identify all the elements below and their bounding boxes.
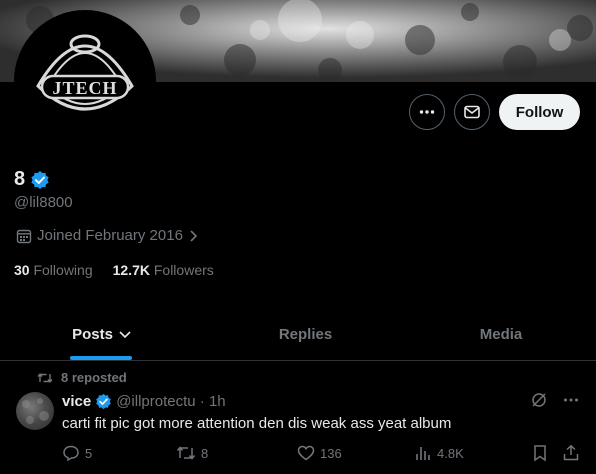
profile-handle: @lil8800: [14, 194, 73, 211]
like-count: 136: [320, 445, 342, 461]
post-author-avatar[interactable]: [16, 392, 54, 430]
profile-actions: Follow: [409, 94, 580, 130]
following-count: 30: [14, 262, 30, 278]
bookmark-button[interactable]: [531, 444, 549, 462]
repost-count: 8: [201, 445, 209, 461]
post-author-name[interactable]: vice: [62, 393, 91, 410]
profile-name-row: 8: [14, 168, 50, 191]
repost-label: 8 reposted: [61, 370, 127, 385]
mail-icon: [464, 105, 480, 119]
reply-icon: [63, 445, 79, 462]
tab-posts[interactable]: Posts: [0, 308, 205, 360]
verified-badge-icon[interactable]: [95, 393, 112, 410]
tab-media-label: Media: [479, 325, 523, 343]
tab-media[interactable]: Media: [406, 308, 596, 360]
reply-button[interactable]: 5: [62, 444, 92, 462]
tab-replies[interactable]: Replies: [205, 308, 406, 360]
verified-badge-icon[interactable]: [30, 170, 50, 190]
jtech-logo-icon: JTECH: [18, 14, 152, 148]
heart-icon: [297, 445, 315, 461]
tab-posts-label: Posts: [72, 325, 113, 343]
display-name: 8: [14, 168, 26, 190]
post-header: vice @illprotectu · 1h: [62, 393, 226, 410]
views-icon: [416, 447, 430, 460]
views-count: 4.8K: [437, 445, 464, 461]
follow-button[interactable]: Follow: [499, 94, 580, 130]
calendar-icon: [16, 229, 32, 243]
post-text: carti fit pic got more attention den dis…: [62, 415, 452, 432]
more-button[interactable]: [409, 94, 445, 130]
joined-date[interactable]: Joined February 2016: [16, 227, 200, 244]
profile-tabs: Posts Replies Media: [0, 308, 596, 361]
post-top-actions: [530, 391, 580, 409]
share-icon: [563, 444, 579, 461]
followers-count: 12.7K: [112, 262, 150, 278]
bookmark-icon: [534, 445, 546, 462]
post-action-bar: 5 8 136 4.8K: [62, 444, 582, 466]
views-button[interactable]: 4.8K: [414, 444, 464, 462]
followers-link[interactable]: 12.7K Followers: [113, 262, 214, 278]
followers-label: Followers: [153, 262, 214, 278]
following-label: Following: [33, 262, 93, 278]
profile-avatar[interactable]: JTECH: [14, 10, 156, 152]
repost-icon: [37, 372, 53, 383]
svg-text:JTECH: JTECH: [52, 78, 117, 98]
joined-text: Joined February 2016: [37, 227, 183, 244]
like-button[interactable]: 136: [297, 444, 342, 462]
reply-count: 5: [85, 445, 93, 461]
following-link[interactable]: 30 Following: [14, 262, 93, 278]
chevron-down-icon: [119, 331, 131, 339]
repost-icon: [176, 446, 196, 460]
tab-replies-label: Replies: [278, 325, 333, 343]
active-tab-indicator: [70, 356, 132, 360]
grok-icon[interactable]: [530, 391, 548, 409]
chevron-right-icon: [190, 229, 198, 242]
repost-indicator[interactable]: 8 reposted: [37, 370, 127, 385]
message-button[interactable]: [454, 94, 490, 130]
share-button[interactable]: [562, 444, 580, 462]
more-icon[interactable]: [562, 391, 580, 409]
follow-stats: 30 Following 12.7K Followers: [14, 262, 214, 278]
repost-button[interactable]: 8: [176, 444, 208, 462]
post-author-handle-time[interactable]: @illprotectu · 1h: [116, 393, 225, 410]
more-icon: [419, 110, 435, 114]
